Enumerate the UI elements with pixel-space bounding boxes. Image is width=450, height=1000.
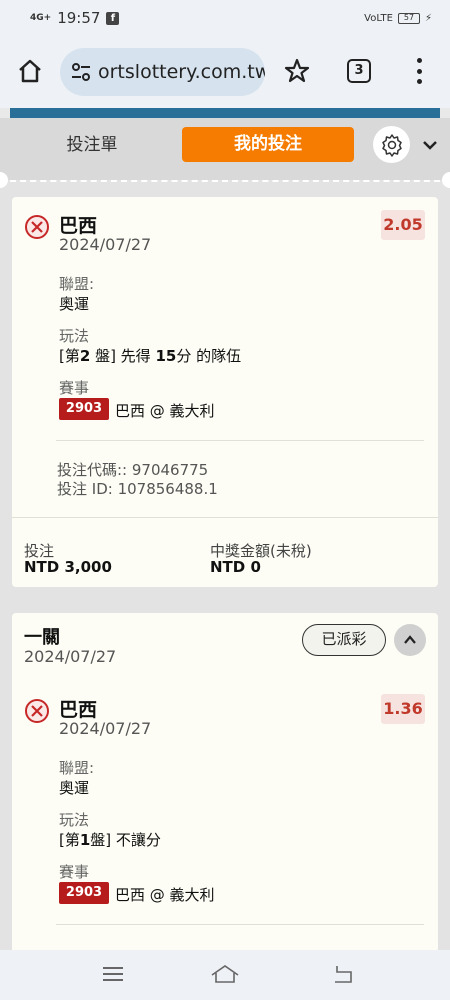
odds-badge: 1.36 (381, 694, 425, 724)
battery-icon: 57 (397, 12, 420, 24)
league-value: 奧運 (59, 295, 90, 313)
selection-team: 巴西 (59, 699, 98, 721)
browser-toolbar: ortslottery.com.tw 3 (0, 36, 450, 108)
stake-value: NTD 3,000 (24, 558, 112, 576)
collapse-button[interactable] (394, 624, 426, 656)
tab-my-bets[interactable]: 我的投注 (182, 127, 354, 162)
back-icon[interactable] (331, 963, 355, 985)
status-bar: 4G+ 19:57 f VoLTE 57 ⚡ (0, 0, 450, 36)
market-label: 玩法 (59, 811, 90, 829)
league-label: 聯盟: (59, 759, 95, 777)
bet-date: 2024/07/27 (24, 647, 117, 666)
league-value: 奧運 (59, 779, 90, 797)
divider (10, 180, 440, 182)
divider (56, 924, 424, 925)
market-value: [第1盤] 不讓分 (59, 831, 161, 849)
bet-code: 投注代碼:: 97046775 (57, 461, 209, 479)
charging-icon: ⚡ (424, 12, 432, 24)
home-nav-icon[interactable] (210, 962, 240, 986)
event-code-badge: 2903 (59, 882, 109, 904)
event-code-badge: 2903 (59, 398, 109, 420)
selection-date: 2024/07/27 (59, 235, 152, 254)
selection-date: 2024/07/27 (59, 719, 152, 738)
event-label: 賽事 (59, 379, 90, 397)
parlay-type: 一關 (24, 627, 60, 648)
ticket-notch (442, 172, 450, 188)
facebook-icon: f (106, 11, 120, 25)
tab-betslip[interactable]: 投注單 (12, 127, 172, 163)
address-bar[interactable]: ortslottery.com.tw (60, 48, 265, 96)
status-badge: 已派彩 (302, 624, 386, 656)
event-name: 巴西 @ 義大利 (115, 402, 215, 420)
league-label: 聯盟: (59, 275, 95, 293)
settings-button[interactable] (373, 126, 410, 163)
site-settings-icon[interactable] (70, 61, 92, 83)
bet-card: 一關 2024/07/27 已派彩 巴西 2024/07/27 1.36 聯盟:… (12, 613, 438, 953)
tab-switcher-button[interactable]: 3 (347, 59, 371, 83)
divider (12, 517, 438, 518)
bet-card: 巴西 2024/07/27 2.05 聯盟: 奧運 玩法 [第2 盤] 先得 1… (12, 197, 438, 587)
selection-team: 巴西 (59, 215, 98, 237)
market-value: [第2 盤] 先得 15分 的隊伍 (59, 347, 242, 365)
payout-value: NTD 0 (210, 558, 261, 576)
betslip-header: 投注單 我的投注 (0, 118, 450, 180)
system-nav-bar (0, 950, 450, 1000)
page-banner-strip (10, 108, 440, 118)
event-label: 賽事 (59, 863, 90, 881)
market-label: 玩法 (59, 327, 90, 345)
lost-x-icon (25, 699, 49, 723)
bet-id: 投注 ID: 107856488.1 (57, 480, 218, 498)
home-icon[interactable] (17, 58, 43, 84)
url-text[interactable]: ortslottery.com.tw (98, 61, 265, 83)
betslip-panel: 投注單 我的投注 巴西 2024/07/27 2.05 聯盟: 奧運 玩法 [第… (0, 118, 450, 953)
battery-level: 57 (403, 12, 415, 22)
volte-indicator: VoLTE (364, 12, 393, 24)
chevron-up-icon (404, 635, 416, 644)
bookmark-star-icon[interactable] (284, 58, 310, 84)
tab-count: 3 (354, 63, 364, 78)
lost-x-icon (25, 215, 49, 239)
chevron-down-icon[interactable] (420, 135, 440, 155)
divider (56, 440, 424, 441)
event-name: 巴西 @ 義大利 (115, 886, 215, 904)
recent-apps-icon[interactable] (103, 967, 123, 981)
gear-icon (381, 133, 402, 157)
odds-badge: 2.05 (381, 210, 425, 240)
overflow-menu-icon[interactable] (414, 58, 424, 84)
clock: 19:57 (57, 9, 101, 27)
network-indicator: 4G+ (30, 12, 52, 23)
